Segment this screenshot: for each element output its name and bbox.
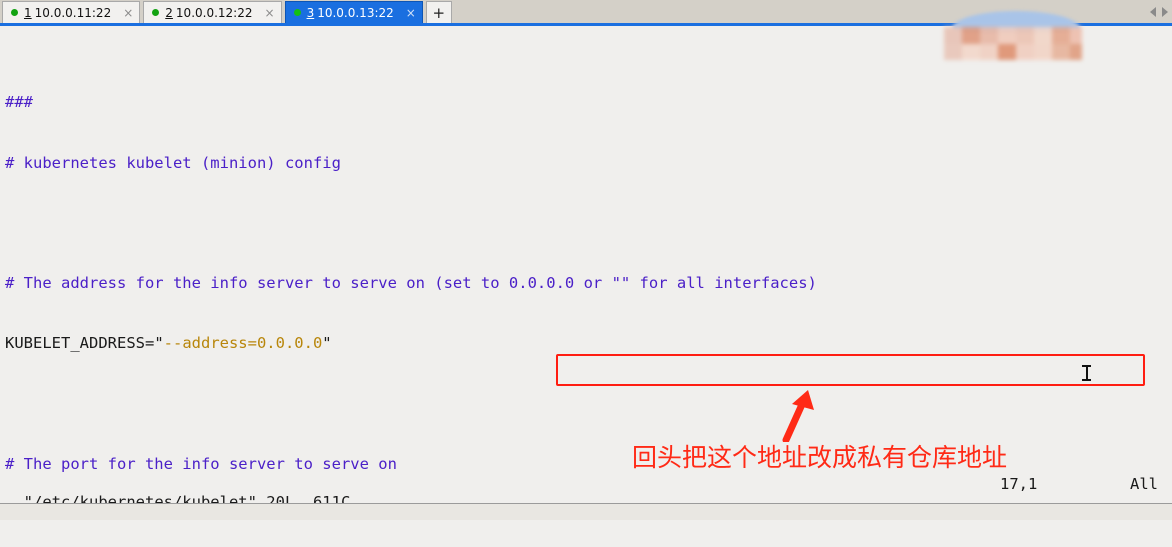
tab-address: 10.0.0.12:22 xyxy=(175,5,253,20)
close-icon[interactable]: × xyxy=(406,7,416,19)
tab-number: 2 xyxy=(165,5,173,20)
status-cursor-position: 17,1 xyxy=(1000,475,1038,493)
code-line: ### xyxy=(5,92,1172,112)
variable-name: KUBELET_ADDRESS= xyxy=(5,334,155,353)
comment-text: # The address for the info server to ser… xyxy=(5,274,817,293)
code-line: # The address for the info server to ser… xyxy=(5,273,1172,293)
comment-text: # The port for the info server to serve … xyxy=(5,454,397,473)
terminal-tab-3[interactable]: 3 10.0.0.13:22 × xyxy=(284,1,423,23)
tab-address: 10.0.0.13:22 xyxy=(317,5,394,20)
status-scroll-indicator: All xyxy=(1130,475,1158,493)
tab-scroll-controls xyxy=(1150,0,1172,23)
terminal-tab-2[interactable]: 2 10.0.0.12:22 × xyxy=(143,1,282,23)
terminal-text-area[interactable]: ### # kubernetes kubelet (minion) config… xyxy=(0,29,1172,503)
blurred-watermark xyxy=(944,27,1082,60)
comment-text: ### xyxy=(5,93,33,112)
close-icon[interactable]: × xyxy=(265,7,275,19)
scroll-left-icon[interactable] xyxy=(1150,6,1156,17)
tab-number: 3 xyxy=(306,5,315,20)
comment-text: # kubernetes kubelet (minion) config xyxy=(5,153,341,172)
quote-close: " xyxy=(322,334,332,353)
scroll-right-icon[interactable] xyxy=(1162,6,1168,17)
code-line: # kubernetes kubelet (minion) config xyxy=(5,153,1172,173)
connection-status-dot-icon xyxy=(152,9,160,16)
window-bottom-bar xyxy=(0,503,1172,520)
code-line: KUBELET_ADDRESS="--address=0.0.0.0" xyxy=(5,333,1172,353)
close-icon[interactable]: × xyxy=(123,7,133,19)
tab-number: 1 xyxy=(24,5,32,20)
terminal-tab-1[interactable]: 1 10.0.0.11:22 × xyxy=(2,1,141,23)
connection-status-dot-icon xyxy=(293,9,301,16)
annotation-note-text: 回头把这个地址改成私有仓库地址 xyxy=(632,443,1008,472)
connection-status-dot-icon xyxy=(11,9,18,16)
quote-open: " xyxy=(154,334,164,353)
tab-address: 10.0.0.11:22 xyxy=(34,5,112,20)
new-tab-button[interactable]: + xyxy=(425,1,452,23)
variable-value: --address=0.0.0.0 xyxy=(163,334,323,353)
